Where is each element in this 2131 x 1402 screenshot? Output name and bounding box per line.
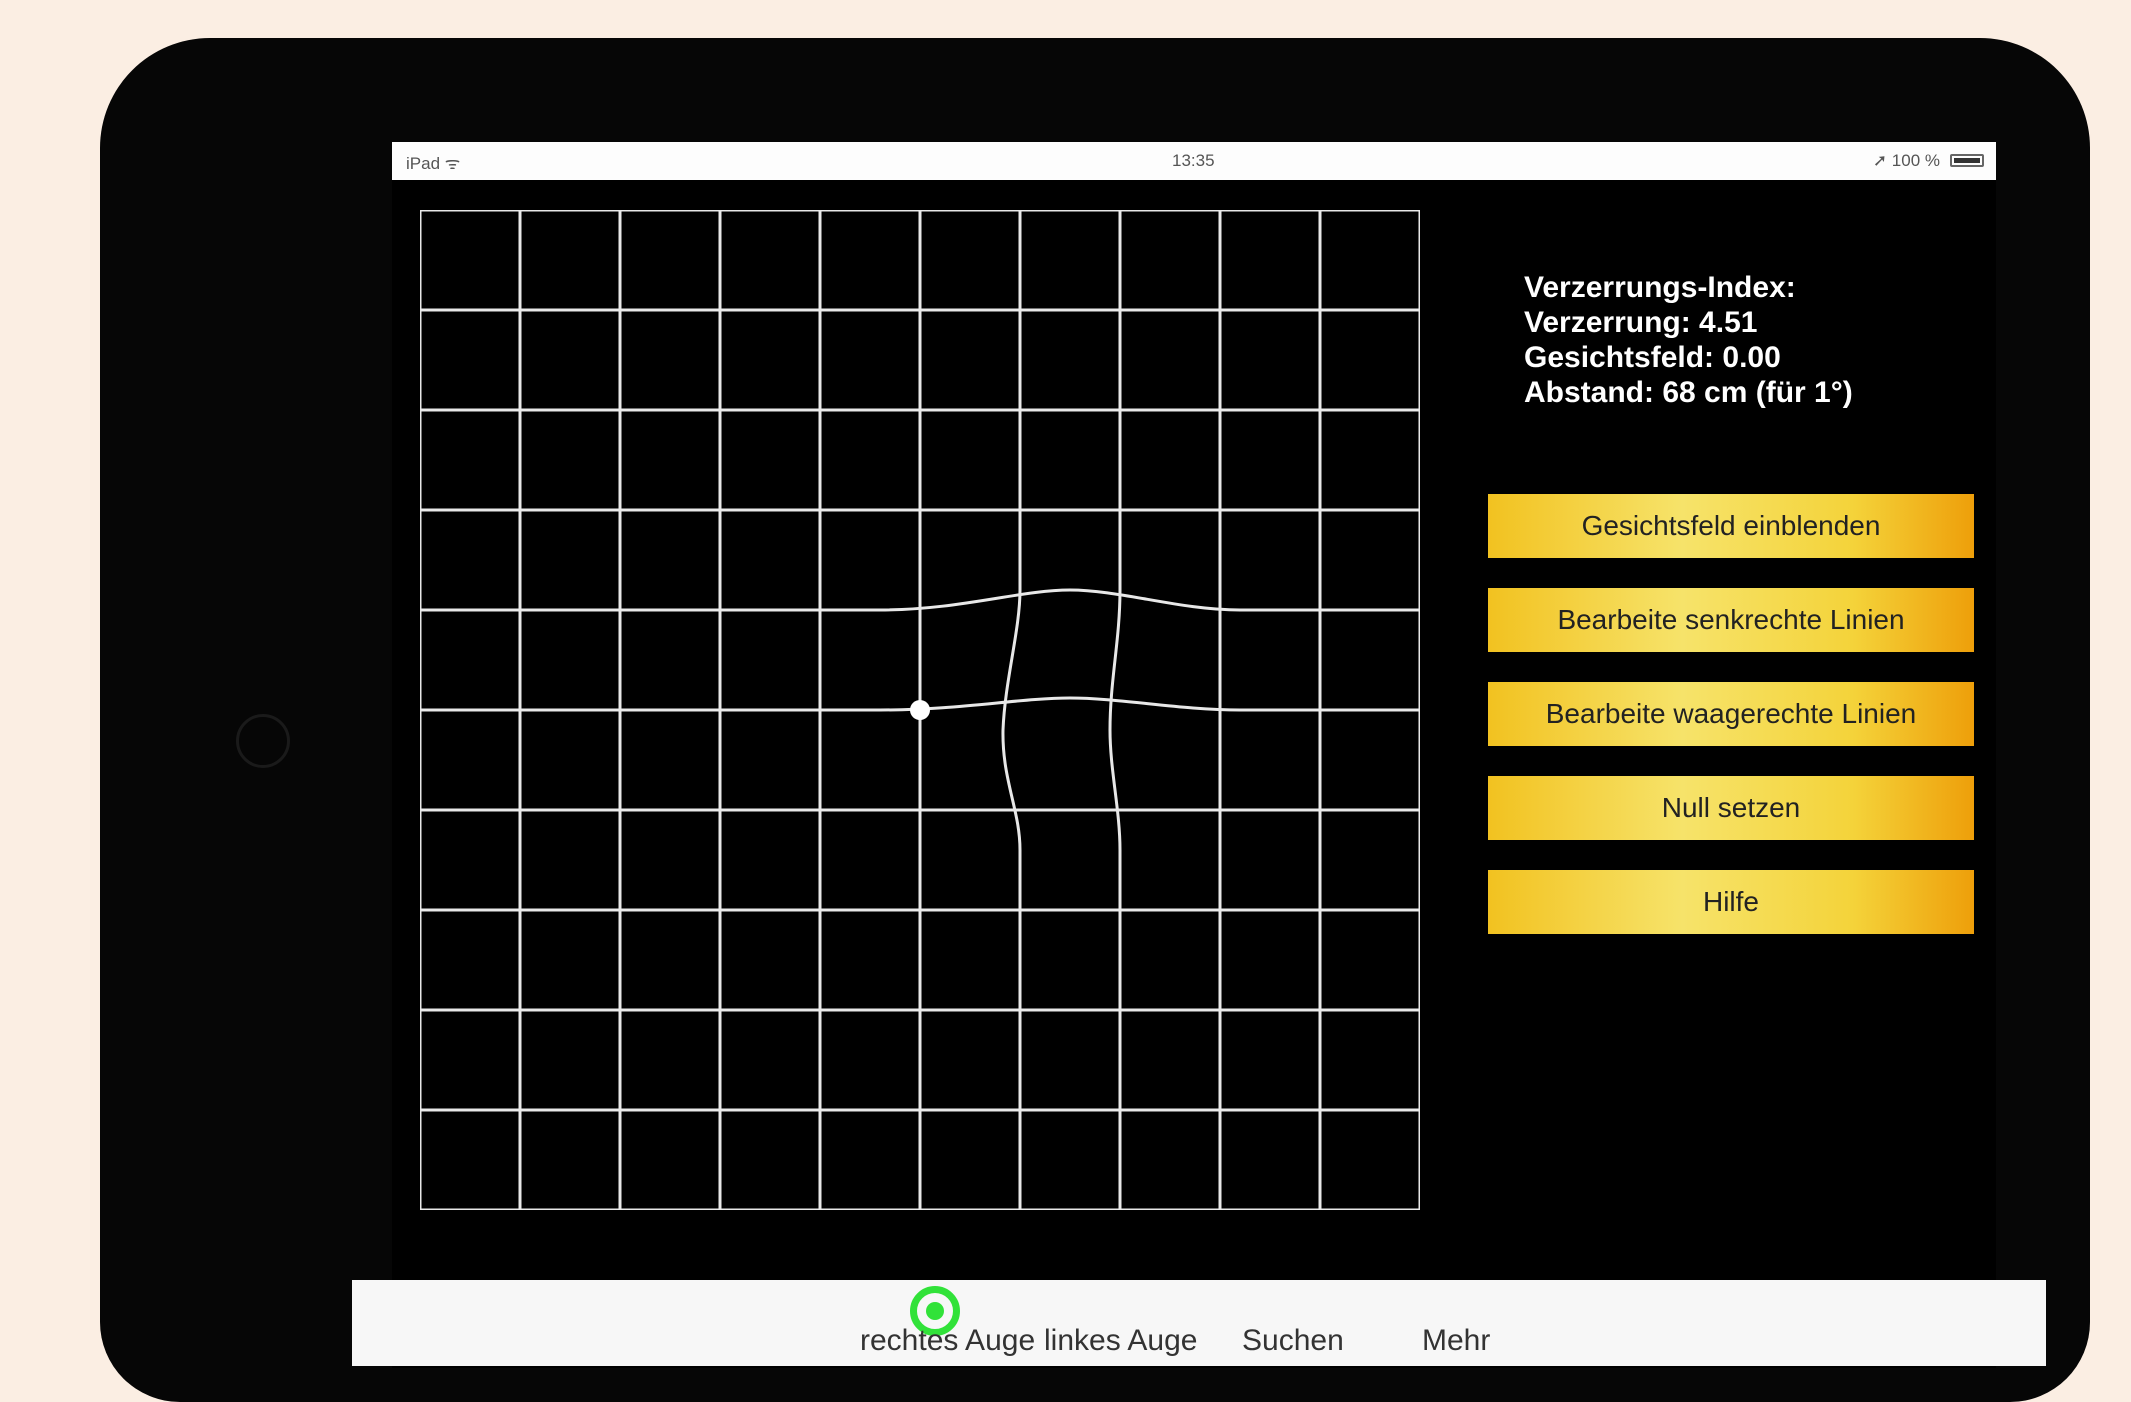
home-button[interactable]	[236, 714, 290, 768]
tab-left-eye[interactable]: linkes Auge	[1044, 1324, 1197, 1358]
tab-more[interactable]: Mehr	[1422, 1324, 1490, 1358]
amsler-grid[interactable]	[420, 210, 1420, 1210]
status-bar: iPad ᯤ 13:35 ➚ 100 %	[392, 142, 1996, 180]
distortion-value: Verzerrung: 4.51	[1524, 306, 1758, 339]
app-screen: iPad ᯤ 13:35 ➚ 100 % Verzerrungs-Index: …	[352, 142, 2046, 1368]
grid-vertical-line-distorted[interactable]	[1108, 210, 1122, 1210]
fixation-point	[910, 700, 930, 720]
distortion-index-title: Verzerrungs-Index:	[1524, 271, 1796, 304]
tab-search[interactable]: Suchen	[1242, 1324, 1344, 1358]
distortion-info: Verzerrungs-Index: Verzerrung: 4.51 Gesi…	[1524, 270, 1853, 410]
status-carrier: iPad ᯤ	[406, 154, 461, 173]
distance-value: Abstand: 68 cm (für 1°)	[1524, 376, 1853, 409]
field-of-view-value: Gesichtsfeld: 0.00	[1524, 341, 1781, 374]
help-button[interactable]: Hilfe	[1488, 870, 1974, 934]
status-time: 13:35	[1172, 151, 1215, 170]
edit-horizontal-lines-button[interactable]: Bearbeite waagerechte Linien	[1488, 682, 1974, 746]
edit-vertical-lines-button[interactable]: Bearbeite senkrechte Linien	[1488, 588, 1974, 652]
reset-button[interactable]: Null setzen	[1488, 776, 1974, 840]
battery-icon	[1950, 154, 1984, 167]
show-field-button[interactable]: Gesichtsfeld einblenden	[1488, 494, 1974, 558]
status-battery-level: ➚ 100 %	[1872, 151, 1940, 170]
tab-bar: rechtes Auge linkes Auge Suchen Mehr	[352, 1280, 2046, 1366]
tab-right-eye[interactable]: rechtes Auge	[860, 1324, 1035, 1358]
grid-vertical-line-distorted[interactable]	[1001, 210, 1022, 1210]
ipad-frame: iPad ᯤ 13:35 ➚ 100 % Verzerrungs-Index: …	[100, 38, 2090, 1402]
